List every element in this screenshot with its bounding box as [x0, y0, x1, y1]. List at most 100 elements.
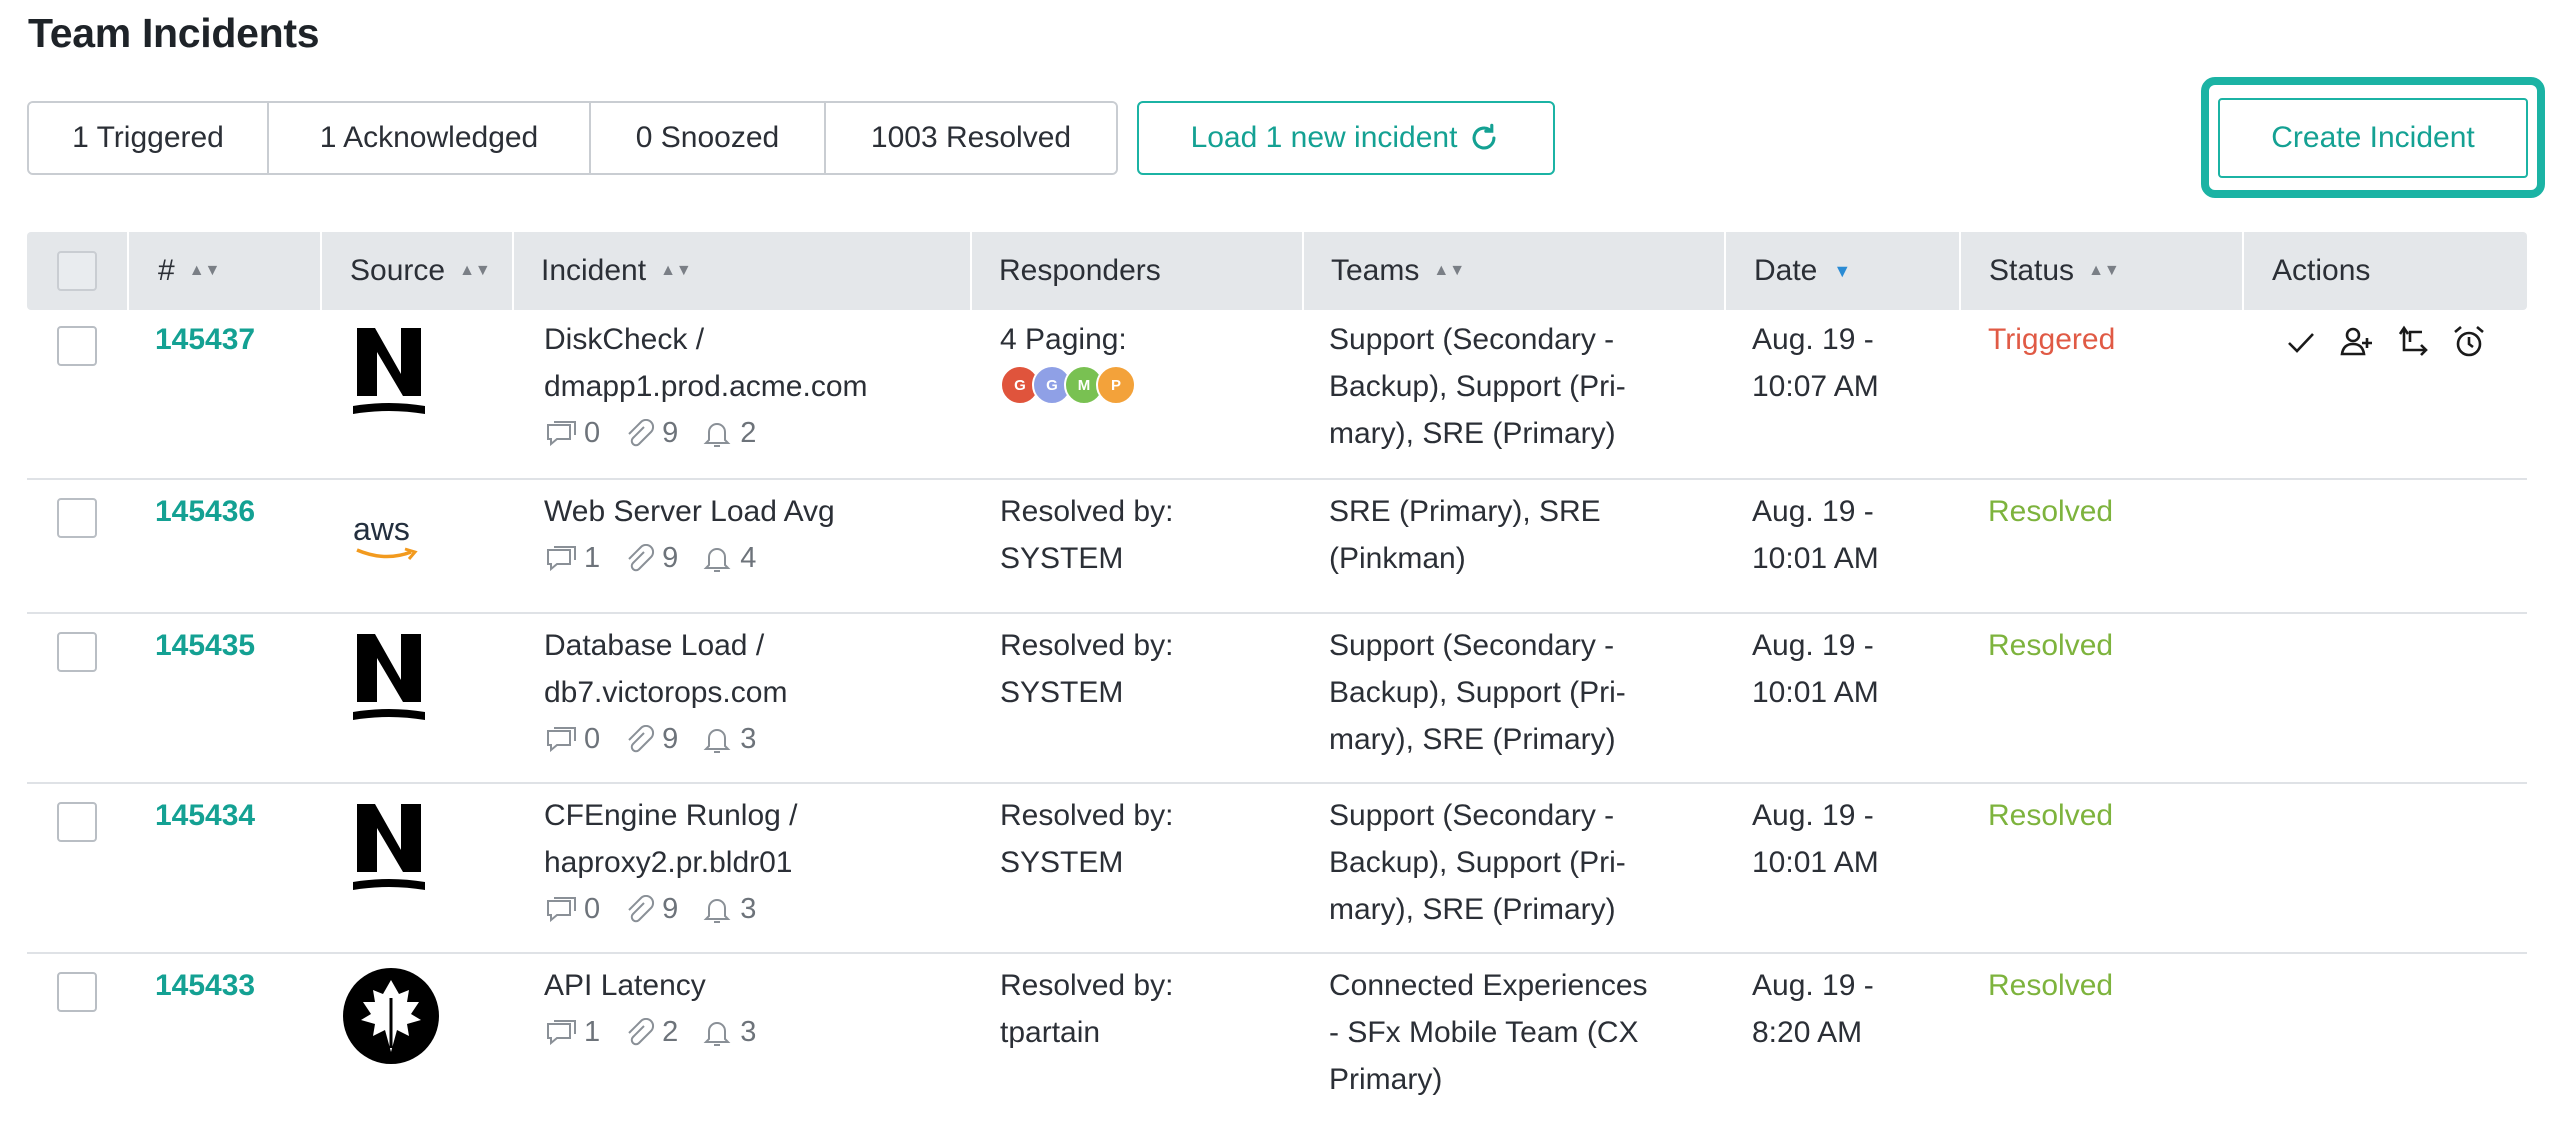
column-label: Actions [2272, 254, 2371, 287]
date-line: Aug. 19 - [1752, 799, 1874, 832]
table-row: 145435 Database Load / db7.victorops.com… [27, 614, 2527, 784]
column-header-source[interactable]: Source ▲▼ [350, 232, 491, 310]
page-title: Team Incidents [28, 10, 320, 56]
date-line: Aug. 19 - [1752, 323, 1874, 356]
date-line: Aug. 19 - [1752, 495, 1874, 528]
incident-meta: 0 9 3 [544, 886, 797, 933]
load-new-incident-label: Load 1 new incident [1190, 121, 1458, 154]
aws-logo-text: aws [353, 511, 410, 547]
avatar[interactable]: P [1096, 365, 1136, 405]
date-cell: Aug. 19 - 8:20 AM [1752, 962, 1874, 1056]
column-label: Date [1754, 254, 1818, 287]
column-divider [512, 232, 514, 310]
row-checkbox[interactable] [57, 498, 97, 538]
n-logo-icon [353, 328, 425, 414]
status-badge: Resolved [1988, 629, 2114, 662]
status-badge: Triggered [1988, 323, 2116, 356]
bell-icon [703, 728, 731, 753]
sort-icon: ▲▼ [459, 262, 491, 279]
teams-line: mary), SRE (Primary) [1329, 893, 1616, 926]
date-line: 10:01 AM [1752, 542, 1879, 575]
teams-line: Backup), Support (Pri- [1329, 676, 1626, 709]
attachment-icon [628, 543, 655, 571]
responders-line: SYSTEM [1000, 676, 1124, 709]
bell-icon [703, 547, 731, 572]
teams-line: Primary) [1329, 1063, 1443, 1096]
sort-icon: ▲▼ [188, 262, 221, 279]
aws-smile-icon [356, 547, 418, 560]
snooze-alarm-icon[interactable] [2451, 324, 2487, 360]
incident-title[interactable]: API Latency 1 2 3 [544, 962, 770, 1056]
incident-number-link[interactable]: 145433 [155, 962, 255, 1009]
column-label: Source [350, 254, 446, 287]
date-cell: Aug. 19 - 10:07 AM [1752, 316, 1879, 410]
sort-icon: ▲▼ [660, 262, 692, 279]
create-incident-button[interactable]: Create Incident [2218, 97, 2528, 178]
row-actions [2283, 324, 2487, 360]
date-line: Aug. 19 - [1752, 969, 1874, 1002]
teams-cell: SRE (Primary), SRE (Pinkman) [1329, 488, 1601, 582]
teams-line: mary), SRE (Primary) [1329, 723, 1616, 756]
date-line: 10:01 AM [1752, 846, 1879, 879]
filter-snoozed-button[interactable]: 0 Snoozed [591, 103, 826, 173]
status-badge: Resolved [1988, 799, 2114, 832]
column-header-date[interactable]: Date ▼ [1754, 232, 1851, 310]
date-line: 10:01 AM [1752, 676, 1879, 709]
incident-title-line: API Latency [544, 969, 706, 1002]
date-cell: Aug. 19 - 10:01 AM [1752, 488, 1879, 582]
teams-line: Support (Secondary - [1329, 799, 1615, 832]
reroute-icon[interactable] [2395, 324, 2431, 360]
teams-line: - SFx Mobile Team (CX [1329, 1016, 1639, 1049]
teams-line: (Pinkman) [1329, 542, 1466, 575]
status-badge: Resolved [1988, 495, 2114, 528]
column-header-teams[interactable]: Teams ▲▼ [1331, 232, 1465, 310]
responders-cell: Resolved by: SYSTEM [1000, 488, 1173, 582]
teams-cell: Support (Secondary - Backup), Support (P… [1329, 792, 1626, 933]
incident-title[interactable]: DiskCheck / dmapp1.prod.acme.com 0 9 2 [544, 316, 868, 457]
responder-avatars: G G M P [1000, 363, 1136, 407]
teams-cell: Support (Secondary - Backup), Support (P… [1329, 316, 1626, 457]
incident-number-link[interactable]: 145436 [155, 488, 255, 535]
column-divider [1724, 232, 1726, 310]
responders-line: tpartain [1000, 1016, 1101, 1049]
bell-icon [703, 898, 731, 923]
table-row: 145437 DiskCheck / dmapp1.prod.acme.com … [27, 310, 2527, 480]
filter-triggered-button[interactable]: 1 Triggered [29, 103, 269, 173]
incident-number-link[interactable]: 145437 [155, 316, 255, 363]
sort-descending-icon: ▼ [1833, 260, 1852, 281]
sort-icon: ▲▼ [1433, 262, 1466, 279]
row-checkbox[interactable] [57, 802, 97, 842]
row-checkbox[interactable] [57, 632, 97, 672]
attachment-count: 9 [662, 542, 679, 574]
acknowledge-check-icon[interactable] [2283, 324, 2319, 360]
incident-number-link[interactable]: 145435 [155, 622, 255, 669]
incident-meta: 1 9 4 [544, 535, 835, 582]
teams-line: Support (Secondary - [1329, 629, 1615, 662]
alert-count: 3 [740, 893, 757, 925]
attachment-icon [628, 418, 655, 446]
column-header-number[interactable]: # ▲▼ [158, 232, 220, 310]
incident-title[interactable]: CFEngine Runlog / haproxy2.pr.bldr01 0 9… [544, 792, 797, 933]
incident-title-line: dmapp1.prod.acme.com [544, 370, 868, 403]
incident-title[interactable]: Web Server Load Avg 1 9 4 [544, 488, 835, 582]
incident-title-line: Web Server Load Avg [544, 495, 835, 528]
filter-acknowledged-button[interactable]: 1 Acknowledged [269, 103, 591, 173]
row-checkbox[interactable] [57, 326, 97, 366]
column-header-status[interactable]: Status ▲▼ [1989, 232, 2120, 310]
column-header-incident[interactable]: Incident ▲▼ [541, 232, 692, 310]
filter-resolved-button[interactable]: 1003 Resolved [826, 103, 1116, 173]
select-all-checkbox[interactable] [57, 251, 97, 291]
incident-title[interactable]: Database Load / db7.victorops.com 0 9 3 [544, 622, 787, 763]
incidents-table: # ▲▼ Source ▲▼ Incident ▲▼ Responders Teams… [27, 232, 2527, 1120]
teams-cell: Connected Experiences - SFx Mobile Team … [1329, 962, 1648, 1103]
incident-meta: 1 2 3 [544, 1009, 770, 1056]
incident-number-link[interactable]: 145434 [155, 792, 255, 839]
row-checkbox[interactable] [57, 972, 97, 1012]
add-responder-icon[interactable] [2339, 324, 2375, 360]
status-badge: Resolved [1988, 969, 2114, 1002]
load-new-incident-button[interactable]: Load 1 new incident [1137, 101, 1555, 175]
leaf-mark [361, 980, 421, 1052]
column-divider [2242, 232, 2244, 310]
column-divider [970, 232, 972, 310]
column-header-responders: Responders [999, 232, 1161, 310]
